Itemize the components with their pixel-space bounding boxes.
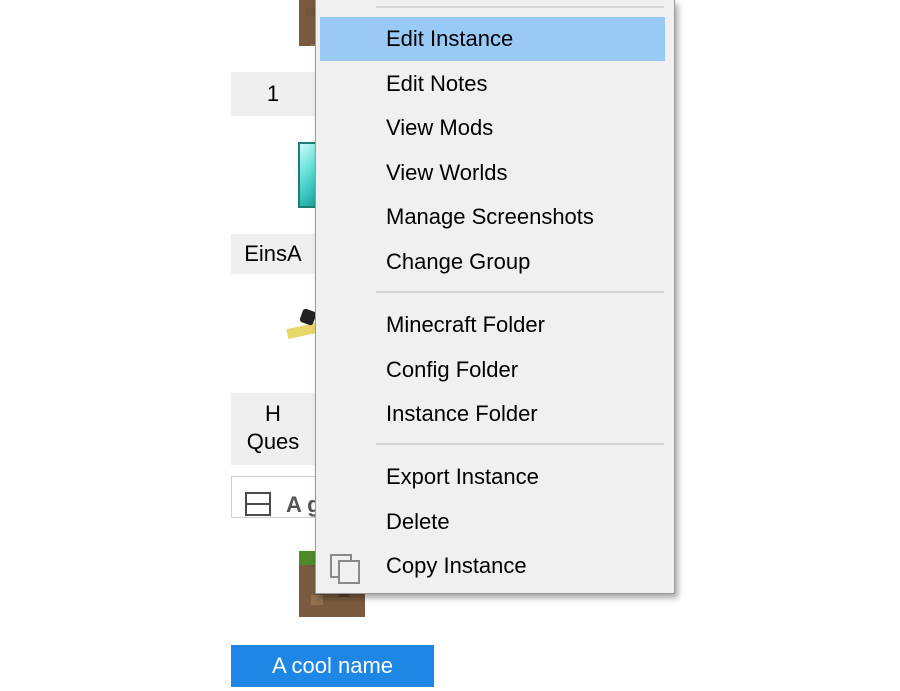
menu-item-config-folder[interactable]: Config Folder (320, 348, 665, 392)
context-menu: Edit Instance Edit Notes View Mods View … (315, 0, 675, 594)
collapse-group-icon[interactable] (245, 492, 271, 516)
menu-item-view-worlds[interactable]: View Worlds (320, 151, 665, 195)
menu-separator (376, 443, 664, 445)
menu-item-label: Export Instance (386, 464, 539, 489)
menu-item-label: Instance Folder (386, 401, 538, 426)
quest-book-icon[interactable] (286, 304, 318, 344)
menu-item-edit-notes[interactable]: Edit Notes (320, 62, 665, 106)
instance-label-line: H (265, 401, 281, 426)
menu-item-label: Edit Instance (386, 26, 514, 51)
menu-item-instance-folder[interactable]: Instance Folder (320, 392, 665, 436)
instance-label[interactable]: H Ques (231, 393, 315, 465)
menu-item-delete[interactable]: Delete (320, 500, 665, 544)
menu-item-label: View Mods (386, 115, 494, 140)
menu-item-label: View Worlds (386, 160, 508, 185)
menu-item-view-mods[interactable]: View Mods (320, 106, 665, 150)
menu-item-copy-instance[interactable]: Copy Instance (320, 544, 665, 588)
menu-item-label: Minecraft Folder (386, 312, 545, 337)
menu-item-label: Delete (386, 509, 450, 534)
menu-separator (376, 291, 664, 293)
menu-item-label: Edit Notes (386, 71, 488, 96)
menu-item-label: Change Group (386, 249, 531, 274)
instance-label[interactable]: EinsA (231, 234, 315, 274)
menu-item-label: Copy Instance (386, 553, 527, 578)
menu-item-change-group[interactable]: Change Group (320, 240, 665, 284)
menu-item-label: Manage Screenshots (386, 204, 594, 229)
selected-instance-name[interactable]: A cool name (231, 645, 434, 687)
menu-item-label: Config Folder (386, 357, 519, 382)
menu-item-export-instance[interactable]: Export Instance (320, 455, 665, 499)
copy-icon (330, 554, 362, 584)
instance-label[interactable]: 1 (231, 72, 315, 116)
menu-item-minecraft-folder[interactable]: Minecraft Folder (320, 303, 665, 347)
menu-item-manage-screenshots[interactable]: Manage Screenshots (320, 195, 665, 239)
instance-label-line: Ques (246, 429, 300, 454)
menu-separator (376, 6, 664, 8)
menu-item-edit-instance[interactable]: Edit Instance (320, 17, 665, 61)
